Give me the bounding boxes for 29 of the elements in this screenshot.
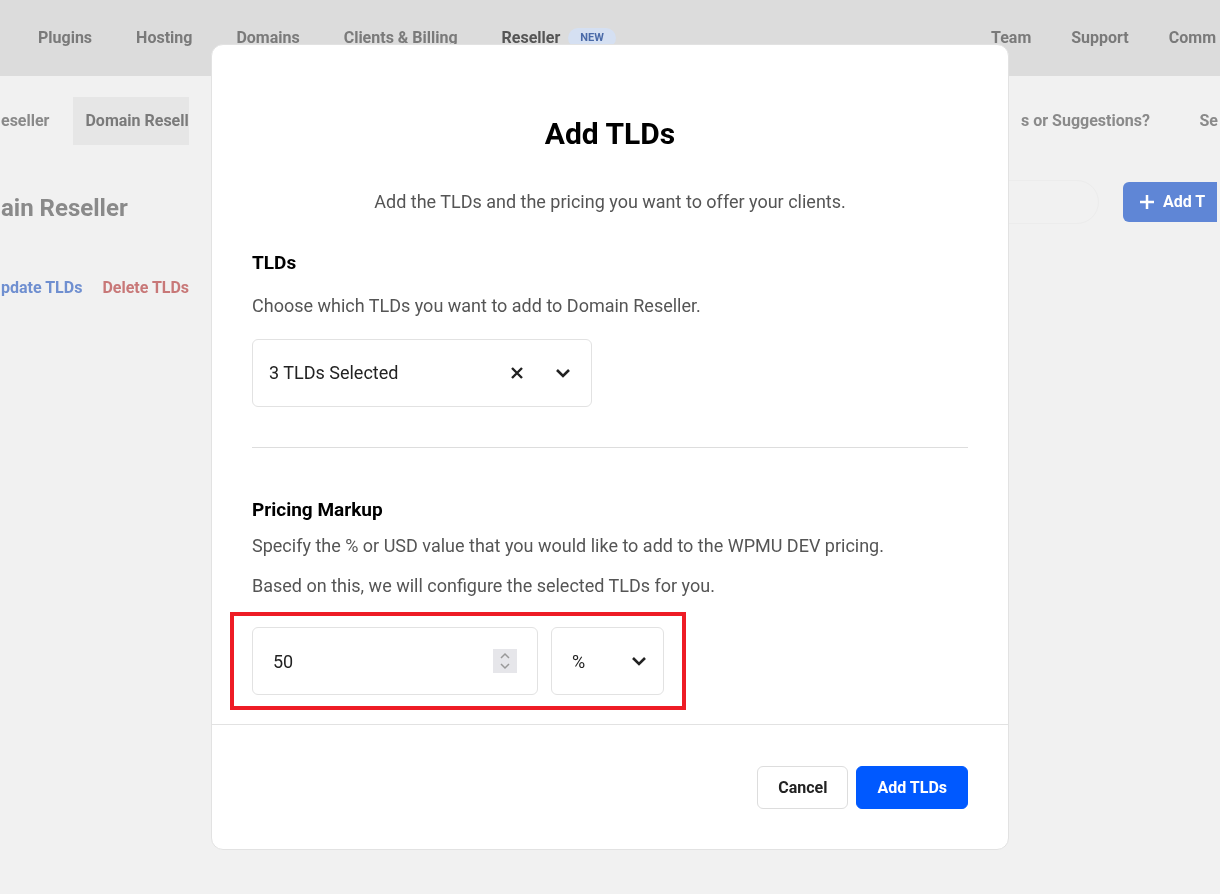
- add-tlds-button[interactable]: Add TLDs: [856, 766, 968, 809]
- tld-select[interactable]: 3 TLDs Selected: [252, 338, 592, 407]
- modal-description: Add the TLDs and the pricing you want to offer your clients.: [373, 190, 847, 214]
- nav-link[interactable]: Support: [1071, 26, 1129, 50]
- plus-icon: [1139, 194, 1155, 210]
- spinner-icon[interactable]: [493, 649, 517, 673]
- nav-link[interactable]: Plugins: [38, 26, 93, 50]
- action-link[interactable]: Delete TLDs: [102, 276, 190, 300]
- chevron-down-icon: [631, 656, 647, 666]
- unit-select[interactable]: %: [551, 627, 664, 695]
- nav-link[interactable]: Team: [991, 26, 1032, 50]
- add-button[interactable]: Add T: [1123, 182, 1218, 222]
- modal-title: Add TLDs: [543, 115, 677, 153]
- subnav-tab[interactable]: s or Suggestions?: [1021, 109, 1150, 133]
- nav-link[interactable]: Comm: [1168, 26, 1216, 50]
- nav-link[interactable]: Hosting: [136, 26, 193, 50]
- subnav-tab[interactable]: Se: [1199, 109, 1218, 133]
- section-description: Choose which TLDs you want to add to Domain Reseller.: [252, 293, 702, 318]
- section-heading: Pricing Markup: [252, 496, 384, 523]
- section-description: Specify the % or USD value that you would like to add to the WPMU DEV pricing. Based on this, we will configure the selected TLDs for you.: [252, 534, 885, 598]
- page-title: ain Reseller: [0, 193, 129, 224]
- subnav-tab[interactable]: Domain Resell: [73, 97, 189, 145]
- chevron-down-icon: [555, 367, 571, 378]
- subnav-tab[interactable]: eseller: [1, 97, 50, 145]
- clear-icon[interactable]: [511, 366, 523, 379]
- cancel-button[interactable]: Cancel: [757, 766, 849, 809]
- action-link[interactable]: pdate TLDs: [1, 276, 83, 300]
- section-heading: TLDs: [252, 250, 298, 276]
- markup-input[interactable]: 50: [252, 627, 538, 695]
